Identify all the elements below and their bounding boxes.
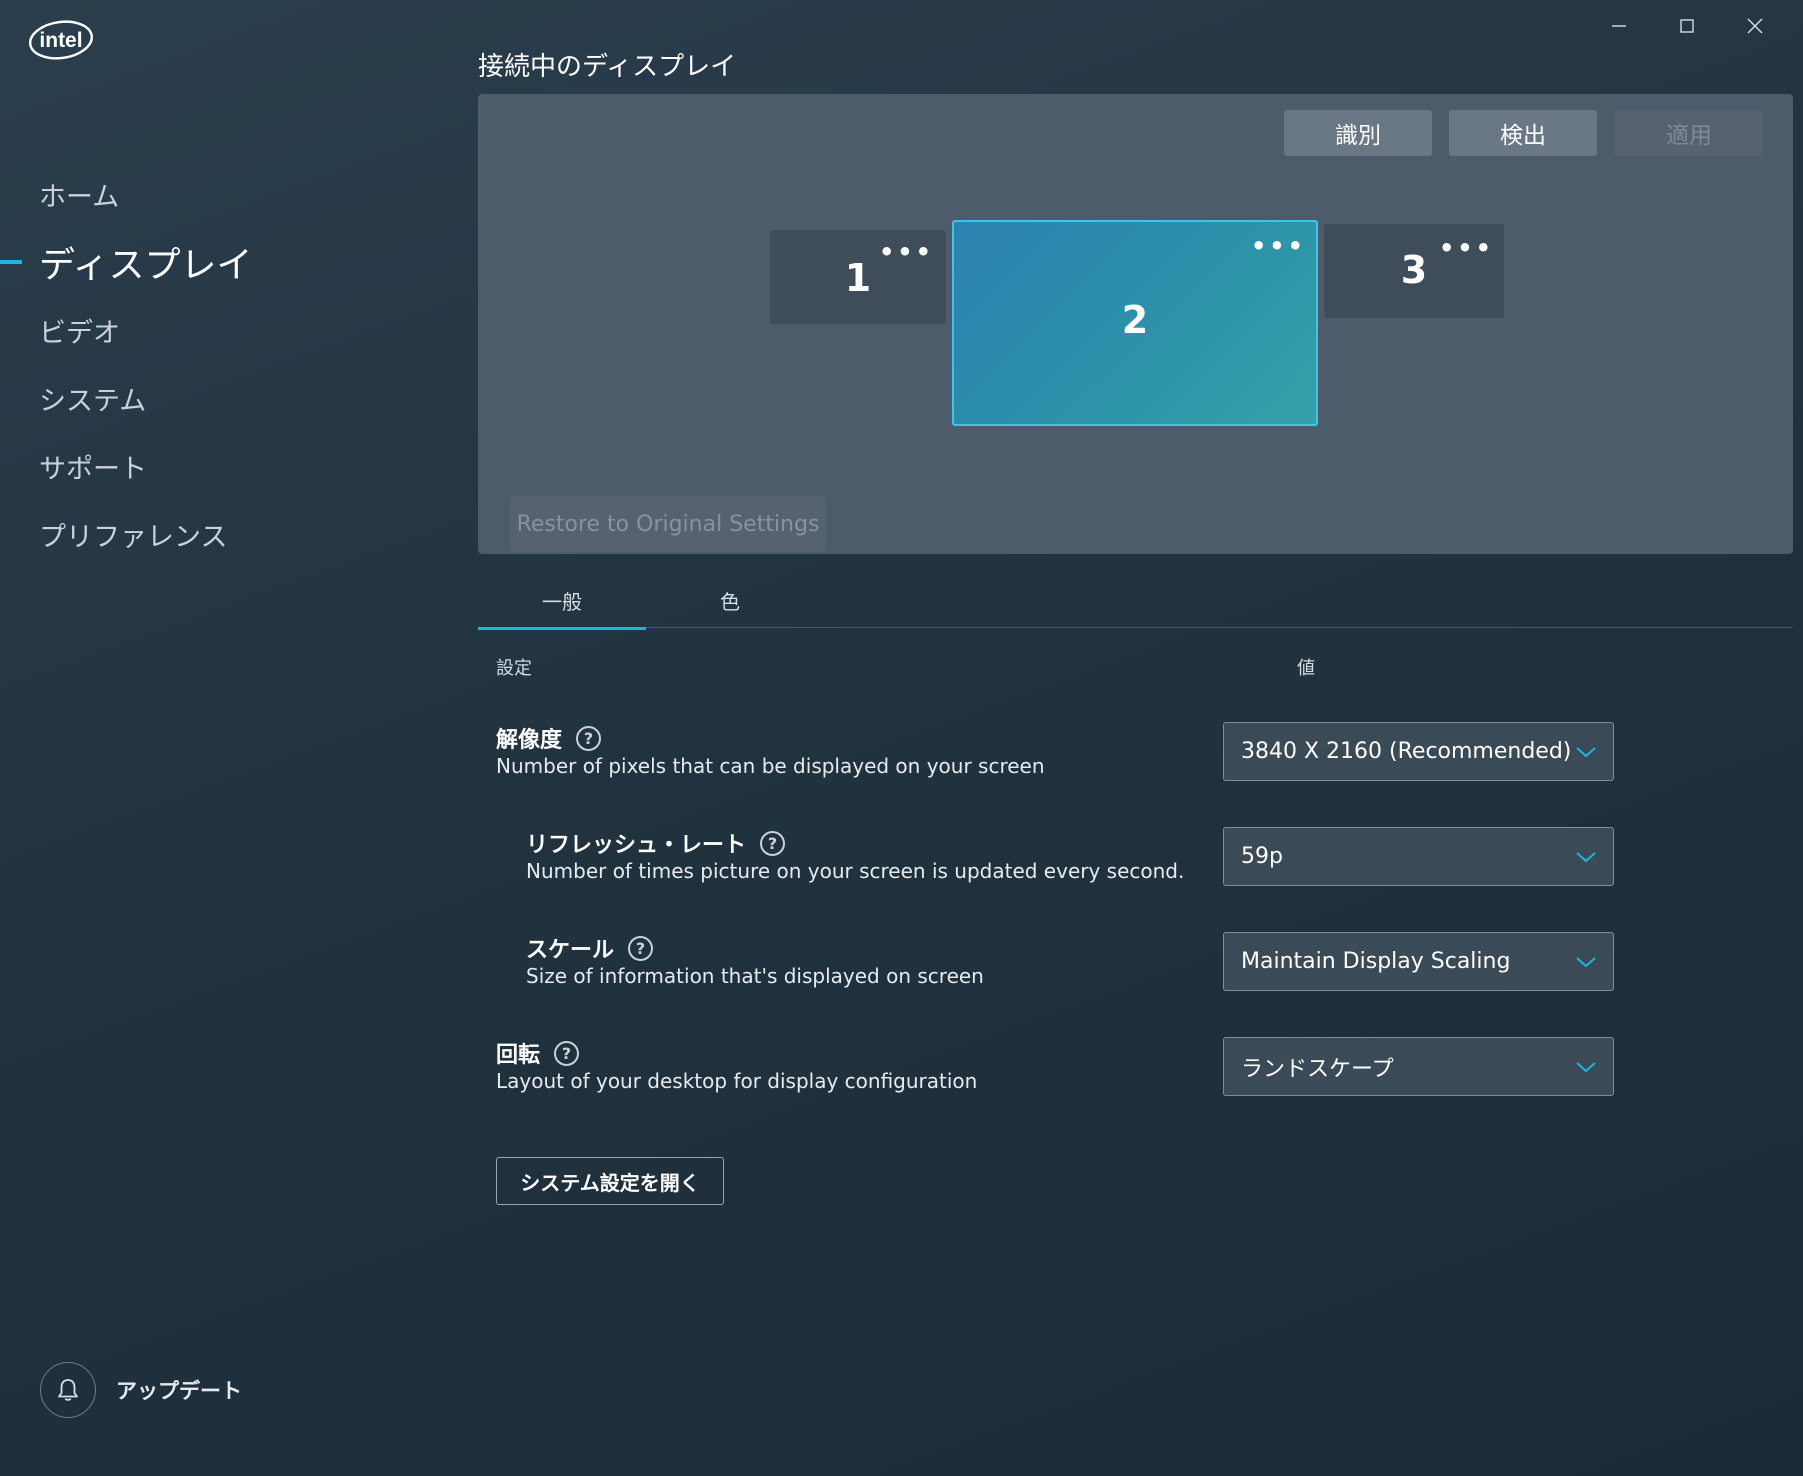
maximize-icon bbox=[1680, 19, 1694, 33]
detect-button[interactable]: 検出 bbox=[1449, 110, 1597, 156]
monitor-1[interactable]: 1 ••• bbox=[770, 230, 946, 324]
value-column-header: 値 bbox=[1297, 658, 1315, 679]
rotation-title: 回転 ? bbox=[496, 1037, 580, 1069]
close-button[interactable] bbox=[1721, 6, 1789, 46]
dropdown-value: Maintain Display Scaling bbox=[1241, 949, 1511, 974]
open-system-settings-button[interactable]: システム設定を開く bbox=[496, 1157, 724, 1205]
window-controls bbox=[1585, 6, 1789, 46]
resolution-dropdown[interactable]: 3840 X 2160 (Recommended) bbox=[1223, 722, 1614, 781]
monitor-3[interactable]: 3 ••• bbox=[1324, 224, 1504, 318]
refresh-rate-description: Number of times picture on your screen i… bbox=[526, 859, 1185, 883]
monitor-2[interactable]: 2 ••• bbox=[952, 220, 1318, 426]
scale-title: スケール ? bbox=[526, 932, 654, 964]
sidebar-item-support[interactable]: サポート bbox=[0, 432, 440, 500]
svg-text:intel: intel bbox=[39, 29, 82, 52]
setting-title-text: 解像度 bbox=[496, 728, 563, 753]
scale-description: Size of information that's displayed on … bbox=[526, 964, 984, 988]
sidebar-item-preferences[interactable]: プリファレンス bbox=[0, 500, 440, 568]
sidebar-item-system[interactable]: システム bbox=[0, 364, 440, 432]
close-icon bbox=[1747, 18, 1763, 34]
monitor-menu-icon[interactable]: ••• bbox=[879, 240, 934, 264]
minimize-icon bbox=[1612, 25, 1626, 27]
setting-column-header: 設定 bbox=[496, 658, 532, 679]
help-icon[interactable]: ? bbox=[760, 830, 786, 856]
help-icon[interactable]: ? bbox=[576, 725, 602, 751]
sidebar-item-label: ディスプレイ bbox=[39, 245, 253, 286]
monitor-menu-icon[interactable]: ••• bbox=[1251, 234, 1306, 258]
resolution-title: 解像度 ? bbox=[496, 722, 602, 754]
dropdown-value: 3840 X 2160 (Recommended) bbox=[1241, 739, 1572, 764]
sidebar-item-label: ホーム bbox=[39, 181, 120, 213]
update-button[interactable]: アップデート bbox=[40, 1362, 242, 1418]
sidebar-item-display[interactable]: ディスプレイ bbox=[0, 228, 440, 296]
monitor-menu-icon[interactable]: ••• bbox=[1439, 236, 1494, 260]
sidebar-item-label: システム bbox=[39, 385, 147, 417]
refresh-rate-title: リフレッシュ・レート ? bbox=[526, 827, 786, 859]
setting-title-text: スケール bbox=[526, 938, 615, 963]
setting-title-text: リフレッシュ・レート bbox=[526, 833, 747, 858]
minimize-button[interactable] bbox=[1585, 6, 1653, 46]
settings-tabs: 一般 色 bbox=[478, 572, 1793, 630]
monitor-number: 2 bbox=[1121, 298, 1149, 342]
intel-logo: intel bbox=[28, 18, 94, 62]
dropdown-value: ランドスケープ bbox=[1241, 1056, 1394, 1082]
identify-button[interactable]: 識別 bbox=[1284, 110, 1432, 156]
resolution-description: Number of pixels that can be displayed o… bbox=[496, 754, 1045, 778]
bell-icon bbox=[58, 1379, 78, 1401]
sidebar-nav: ホーム ディスプレイ ビデオ システム サポート プリファレンス bbox=[0, 160, 440, 568]
bell-icon-circle bbox=[40, 1362, 96, 1418]
setting-title-text: 回転 bbox=[496, 1043, 541, 1068]
rotation-description: Layout of your desktop for display confi… bbox=[496, 1069, 978, 1093]
sidebar-item-label: プリファレンス bbox=[39, 521, 228, 553]
chevron-down-icon bbox=[1576, 851, 1596, 862]
tab-color[interactable]: 色 bbox=[646, 572, 814, 628]
help-icon[interactable]: ? bbox=[628, 935, 654, 961]
tab-general[interactable]: 一般 bbox=[478, 572, 646, 630]
sidebar-item-label: ビデオ bbox=[39, 317, 120, 349]
chevron-down-icon bbox=[1576, 1061, 1596, 1072]
refresh-rate-dropdown[interactable]: 59p bbox=[1223, 827, 1614, 886]
chevron-down-icon bbox=[1576, 746, 1596, 757]
update-label: アップデート bbox=[116, 1379, 242, 1403]
dropdown-value: 59p bbox=[1241, 844, 1283, 869]
help-icon[interactable]: ? bbox=[554, 1040, 580, 1066]
sidebar-item-home[interactable]: ホーム bbox=[0, 160, 440, 228]
sidebar-item-video[interactable]: ビデオ bbox=[0, 296, 440, 364]
display-arrangement-panel: 識別 検出 適用 1 ••• 2 ••• 3 ••• Restore to Or… bbox=[478, 94, 1793, 554]
scale-dropdown[interactable]: Maintain Display Scaling bbox=[1223, 932, 1614, 991]
apply-button[interactable]: 適用 bbox=[1615, 110, 1763, 156]
chevron-down-icon bbox=[1576, 956, 1596, 967]
sidebar-item-label: サポート bbox=[39, 453, 147, 485]
restore-original-settings-button[interactable]: Restore to Original Settings bbox=[510, 496, 826, 552]
maximize-button[interactable] bbox=[1653, 6, 1721, 46]
page-title: 接続中のディスプレイ bbox=[478, 52, 737, 82]
rotation-dropdown[interactable]: ランドスケープ bbox=[1223, 1037, 1614, 1096]
